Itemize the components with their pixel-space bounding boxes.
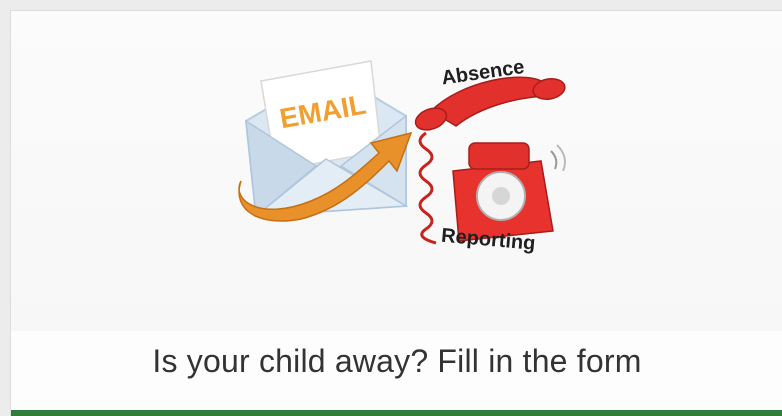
absence-card[interactable]: EMAIL Absence Reporting Is your child aw… bbox=[10, 10, 782, 416]
card-caption[interactable]: Is your child away? Fill in the form bbox=[11, 343, 782, 380]
telephone-cord bbox=[418, 131, 437, 245]
telephone-handset-icon bbox=[414, 76, 566, 131]
envelope-icon: EMAIL bbox=[244, 60, 409, 218]
card-image[interactable]: EMAIL Absence Reporting bbox=[11, 11, 782, 331]
card-accent-bar bbox=[11, 410, 782, 416]
absence-reporting-illustration: EMAIL Absence Reporting bbox=[238, 56, 566, 255]
